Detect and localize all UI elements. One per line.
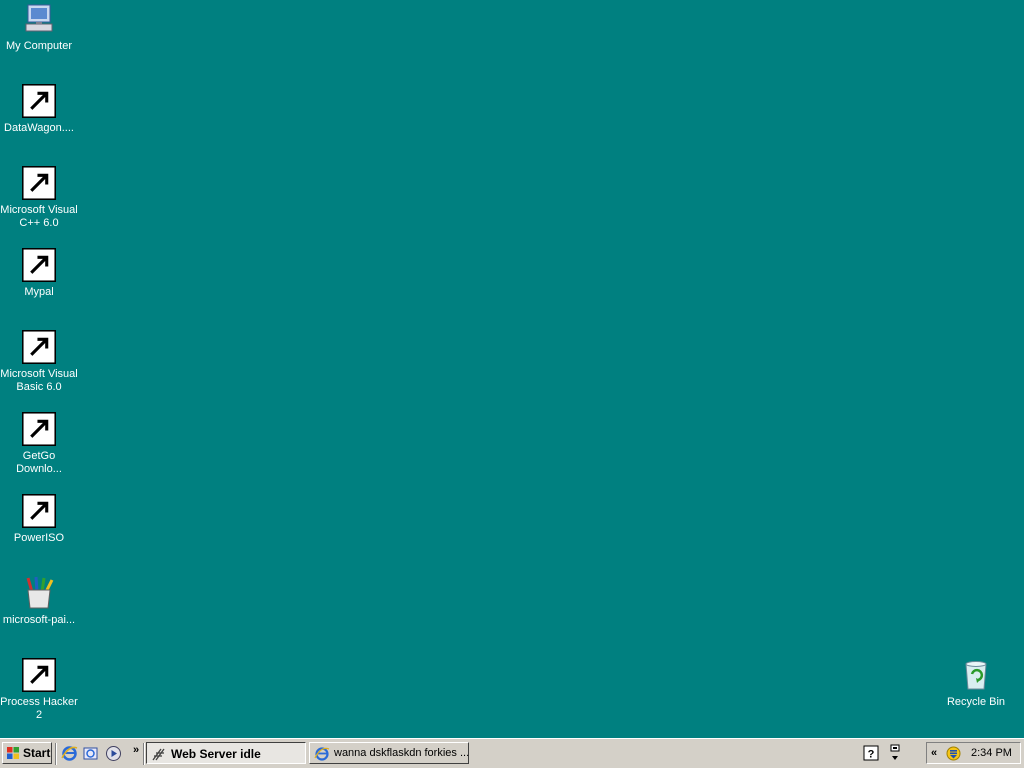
icon-label: Process Hacker 2 xyxy=(0,696,78,721)
help-icon[interactable]: ? xyxy=(863,745,879,761)
outlook-express-icon[interactable] xyxy=(82,745,99,762)
desktop-icon-recycle-bin[interactable]: Recycle Bin xyxy=(937,658,1015,709)
visual-cpp-icon xyxy=(22,166,56,200)
desktop: My Computer DataWagon.... Microsoft Visu… xyxy=(0,0,1024,738)
desktop-icon-getgo[interactable]: GetGo Downlo... xyxy=(0,412,78,476)
my-computer-icon xyxy=(22,2,56,36)
icon-label: My Computer xyxy=(5,40,73,52)
taskbar-separator xyxy=(143,743,145,765)
icon-label: microsoft-pai... xyxy=(2,614,76,626)
start-button[interactable]: Start xyxy=(2,742,52,764)
process-hacker-icon xyxy=(22,658,56,692)
icon-label: Microsoft Visual Basic 6.0 xyxy=(0,368,78,393)
icon-label: DataWagon.... xyxy=(4,122,74,134)
media-player-icon[interactable] xyxy=(105,745,122,762)
getgo-tray-icon[interactable] xyxy=(946,746,961,761)
icon-label: Recycle Bin xyxy=(946,696,1006,708)
desktop-icon-mypal[interactable]: Mypal xyxy=(0,248,78,299)
datawagon-icon xyxy=(22,84,56,118)
mypal-icon xyxy=(22,248,56,282)
desktop-icon-my-computer[interactable]: My Computer xyxy=(0,2,78,53)
desktop-icon-visual-basic[interactable]: Microsoft Visual Basic 6.0 xyxy=(0,330,78,394)
desktop-icon-paint[interactable]: microsoft-pai... xyxy=(0,576,78,627)
poweriso-icon xyxy=(22,494,56,528)
task-label: Web Server idle xyxy=(171,747,261,761)
windows-logo-icon xyxy=(7,747,19,759)
icon-label: PowerISO xyxy=(13,532,65,544)
system-tray: « 2:34 PM xyxy=(926,742,1021,764)
start-label: Start xyxy=(23,746,51,760)
desktop-icon-visual-cpp[interactable]: Microsoft Visual C++ 6.0 xyxy=(0,166,78,230)
visual-basic-icon xyxy=(22,330,56,364)
taskbar-separator xyxy=(55,743,57,765)
icon-label: Microsoft Visual C++ 6.0 xyxy=(0,204,78,229)
task-button-web-server[interactable]: Web Server idle xyxy=(146,742,306,764)
task-label: wanna dskflaskdn forkies ... xyxy=(334,747,470,759)
language-bar-icon[interactable] xyxy=(888,744,902,762)
icon-label: GetGo Downlo... xyxy=(16,450,62,475)
desktop-icon-poweriso[interactable]: PowerISO xyxy=(0,494,78,545)
recycle-bin-icon xyxy=(959,658,993,692)
internet-explorer-icon xyxy=(314,747,330,761)
quick-launch-chevron[interactable]: » xyxy=(133,744,139,756)
clock[interactable]: 2:34 PM xyxy=(971,747,1012,759)
getgo-download-icon xyxy=(22,412,56,446)
internet-explorer-icon[interactable] xyxy=(61,745,78,762)
web-server-icon xyxy=(152,748,165,761)
desktop-icon-datawagon[interactable]: DataWagon.... xyxy=(0,84,78,135)
taskbar: Start » Web Server idle wanna dskflaskdn… xyxy=(0,738,1024,768)
paint-icon xyxy=(22,576,56,610)
desktop-icon-process-hacker[interactable]: Process Hacker 2 xyxy=(0,658,78,722)
tray-expand-button[interactable]: « xyxy=(931,747,937,759)
svg-text:?: ? xyxy=(868,749,875,761)
task-button-browser[interactable]: wanna dskflaskdn forkies ... xyxy=(309,742,469,764)
icon-label: Mypal xyxy=(24,286,54,298)
